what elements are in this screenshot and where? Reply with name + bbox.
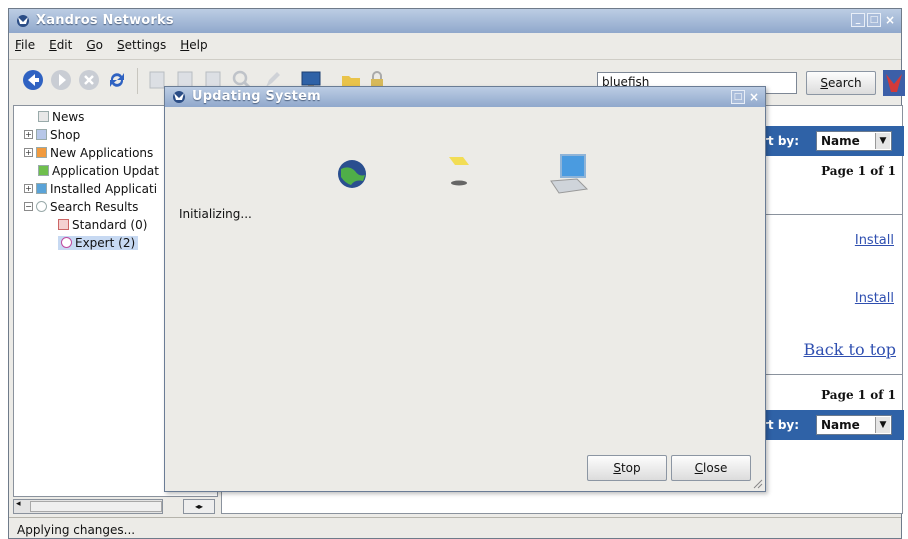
tree-item-standard[interactable]: Standard (0) <box>58 216 147 233</box>
tree-item-expert[interactable]: Expert (2) <box>58 234 139 251</box>
tree-item-new-applications[interactable]: + New Applications <box>24 144 153 161</box>
application-updates-icon <box>38 165 49 176</box>
maximize-button[interactable]: □ <box>867 13 881 27</box>
dialog-title: Updating System <box>192 89 321 104</box>
xandros-logo-icon <box>173 91 185 103</box>
new-applications-icon <box>36 147 47 158</box>
close-button[interactable]: Close <box>671 455 751 481</box>
shop-icon <box>36 129 47 140</box>
back-to-top-link[interactable]: Back to top <box>804 340 897 359</box>
dialog-status-text: Initializing... <box>179 207 252 221</box>
search-results-icon <box>36 201 47 212</box>
dialog-maximize-button[interactable]: □ <box>731 90 745 104</box>
chevron-down-icon: ▼ <box>875 417 890 433</box>
window-title: Xandros Networks <box>36 13 174 28</box>
main-titlebar[interactable]: Xandros Networks _ □ × <box>9 9 901 33</box>
expert-icon <box>61 237 72 248</box>
menu-settings[interactable]: Settings <box>117 38 166 52</box>
menu-help[interactable]: Help <box>180 38 207 52</box>
expand-icon[interactable]: + <box>24 148 33 157</box>
transfer-icon <box>449 157 469 186</box>
installed-applications-icon <box>36 183 47 194</box>
menu-go[interactable]: Go <box>86 38 103 52</box>
tree-item-news[interactable]: News <box>38 108 84 125</box>
dialog-close-icon[interactable]: × <box>747 90 761 104</box>
computer-icon <box>550 154 589 194</box>
tree-item-search-results[interactable]: − Search Results <box>24 198 138 215</box>
close-window-button[interactable]: × <box>883 13 897 27</box>
xandros-logo-icon <box>17 15 29 27</box>
forward-arrow-icon[interactable] <box>49 68 73 92</box>
chevron-down-icon: ▼ <box>875 133 890 149</box>
status-bar: Applying changes... <box>9 517 901 539</box>
tree-item-shop[interactable]: + Shop <box>24 126 80 143</box>
stop-icon[interactable] <box>77 68 101 92</box>
install-link-1[interactable]: Install <box>855 233 894 248</box>
sort-select-bottom[interactable]: Name ▼ <box>816 415 892 435</box>
tree-item-installed-applications[interactable]: + Installed Applicati <box>24 180 157 197</box>
menu-edit[interactable]: Edit <box>49 38 72 52</box>
collapse-icon[interactable]: − <box>24 202 33 211</box>
page-indicator-top: Page 1 of 1 <box>821 164 896 178</box>
install-link-2[interactable]: Install <box>855 291 894 306</box>
search-button[interactable]: Search <box>806 71 876 95</box>
tree-horizontal-scrollbar[interactable]: ◂ <box>13 499 163 514</box>
expand-icon[interactable]: + <box>24 130 33 139</box>
back-arrow-icon[interactable] <box>21 68 45 92</box>
page-indicator-bottom: Page 1 of 1 <box>821 388 896 402</box>
pane-resize-arrows[interactable]: ◂▸ <box>183 499 215 514</box>
news-icon <box>38 111 49 122</box>
updating-system-dialog: Updating System □ × Initializing... Stop… <box>164 86 766 492</box>
menubar: File Edit Go Settings Help <box>9 33 901 57</box>
xandros-brand-icon <box>883 70 905 96</box>
expand-icon[interactable]: + <box>24 184 33 193</box>
globe-icon <box>338 160 366 188</box>
scrollbar-thumb[interactable] <box>30 501 162 512</box>
sort-bar-bottom: rt by: Name ▼ <box>762 410 904 440</box>
refresh-icon[interactable] <box>105 68 129 92</box>
minimize-button[interactable]: _ <box>851 13 865 27</box>
resize-grip-icon[interactable] <box>751 477 763 489</box>
menu-file[interactable]: File <box>15 38 35 52</box>
scroll-left-icon[interactable]: ◂ <box>16 499 21 509</box>
dialog-titlebar[interactable]: Updating System □ × <box>165 87 765 107</box>
standard-icon <box>58 219 69 230</box>
stop-button[interactable]: Stop <box>587 455 667 481</box>
sort-bar-top: rt by: Name ▼ <box>762 126 904 156</box>
tree-item-application-updates[interactable]: Application Updat <box>38 162 159 179</box>
sort-select-top[interactable]: Name ▼ <box>816 131 892 151</box>
